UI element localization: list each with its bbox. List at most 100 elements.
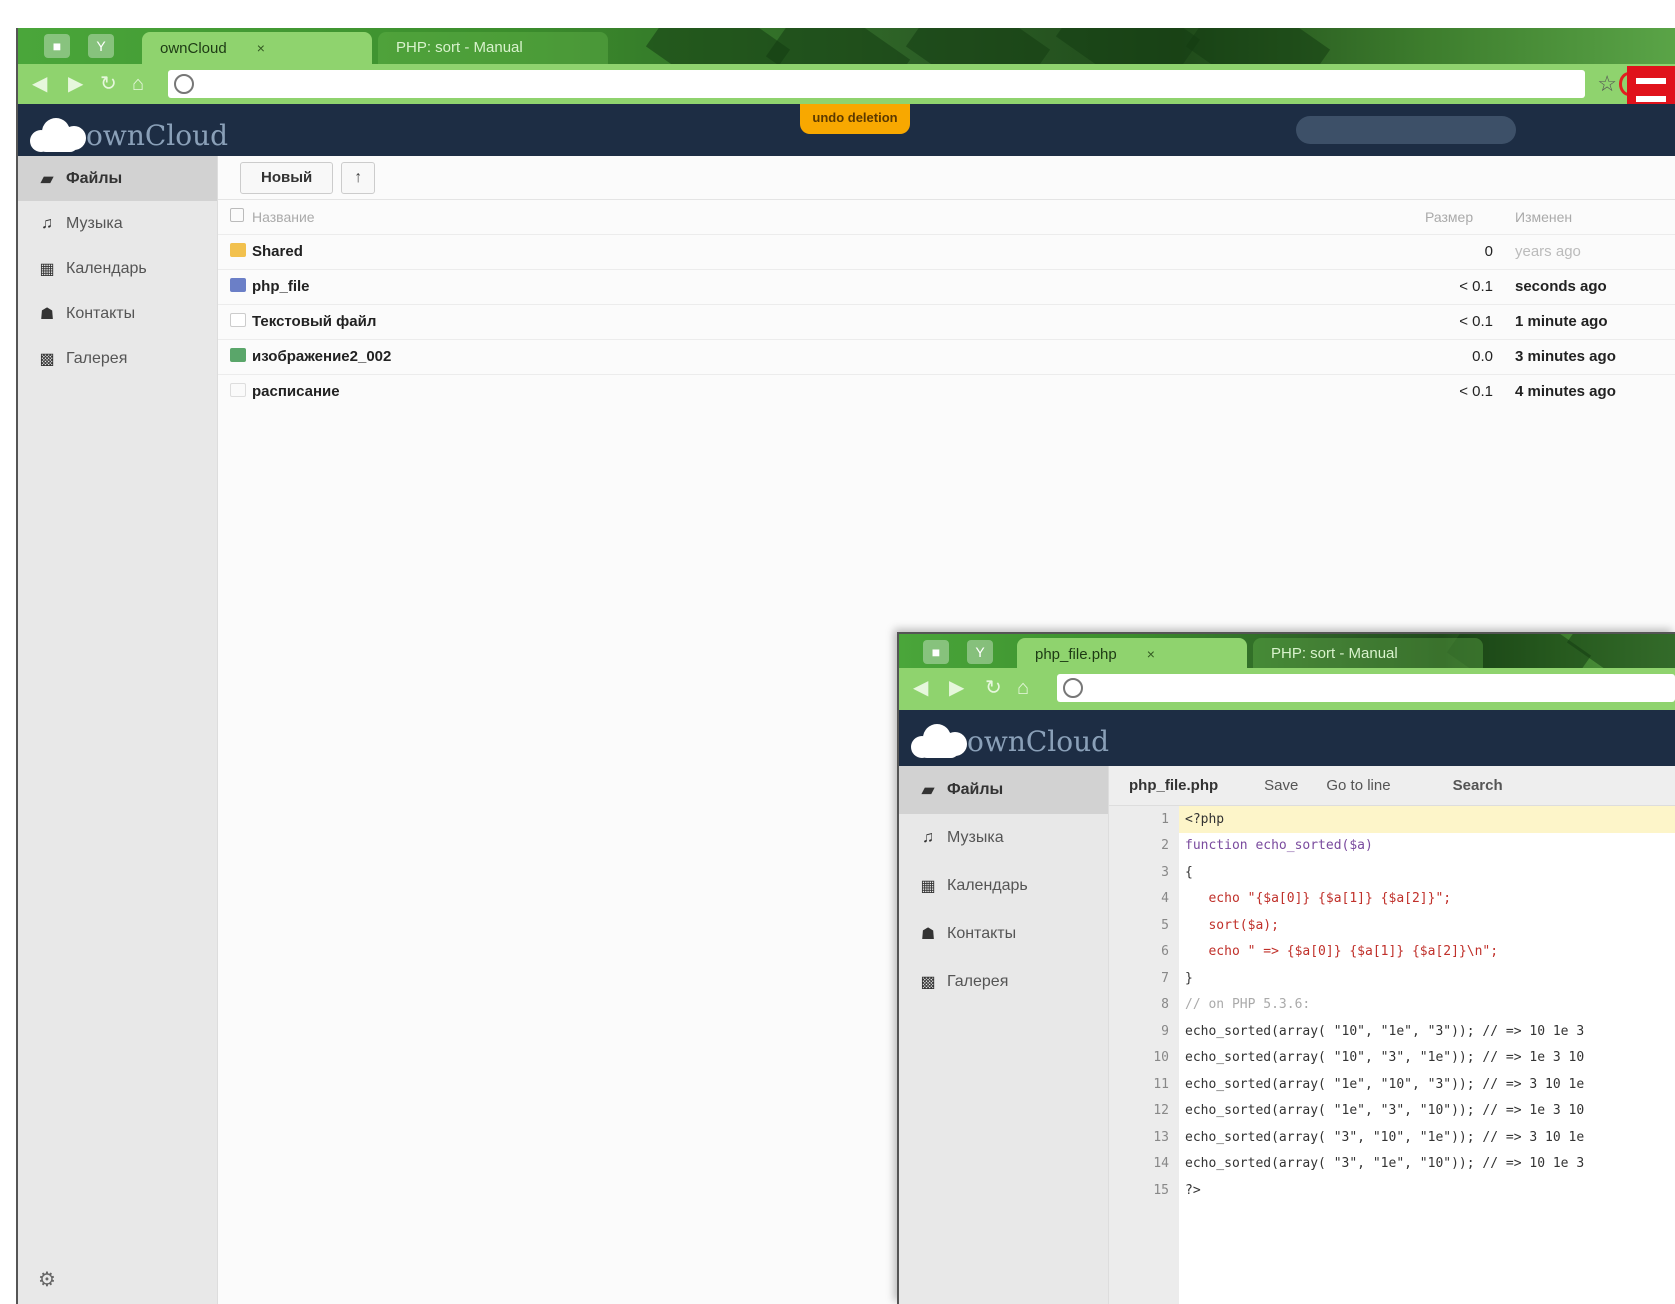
file-name[interactable]: Shared	[252, 233, 1425, 269]
contacts-icon: ☗	[920, 926, 936, 943]
file-name[interactable]: php_file	[252, 268, 1425, 304]
sidebar-item-calendar[interactable]: ▦ Календарь	[18, 246, 217, 291]
reload-icon[interactable]: ↻	[100, 72, 117, 96]
code-text: echo_sorted(array( "3", "10", "1e")); //…	[1185, 1129, 1585, 1145]
bookmark-star-icon[interactable]: ☆	[1597, 70, 1617, 98]
sidebar-item-gallery[interactable]: ▩ Галерея	[899, 958, 1108, 1006]
sidebar-item-files[interactable]: ▰ Файлы	[899, 766, 1108, 814]
address-bar-row: ◀ ▶ ↻ ⌂ ☆	[18, 64, 1675, 104]
code-text: echo_sorted(array( "10", "3", "1e")); //…	[1185, 1050, 1585, 1066]
code-line[interactable]: 3{	[1161, 859, 1675, 886]
save-button[interactable]: Save	[1258, 773, 1304, 798]
sidebar-item-label: Музыка	[947, 829, 1004, 846]
tab-menu-icon[interactable]: ■	[44, 34, 70, 58]
url-input[interactable]	[168, 70, 1585, 98]
url-input[interactable]	[1057, 674, 1675, 702]
line-number: 13	[1153, 1129, 1169, 1145]
table-row[interactable]: Текстовый файл < 0.1 1 minute ago	[218, 303, 1675, 339]
code-line[interactable]: 14 echo_sorted(array( "3", "1e", "10")); …	[1153, 1151, 1675, 1178]
home-icon[interactable]: ⌂	[132, 72, 144, 96]
code-line[interactable]: 7}	[1161, 965, 1675, 992]
file-size: < 0.1	[1425, 303, 1515, 339]
search-input[interactable]	[1296, 116, 1516, 144]
tab-strip: ■ Y ownCloud × PHP: sort - Manual	[18, 28, 1675, 64]
calendar-icon: ▦	[920, 878, 936, 895]
sidebar-item-contacts[interactable]: ☗ Контакты	[18, 291, 217, 336]
sidebar-item-music[interactable]: ♫ Музыка	[18, 201, 217, 246]
theme-leaf	[1185, 28, 1331, 64]
extension-icon[interactable]: Y	[967, 640, 993, 664]
tab-php-manual[interactable]: PHP: sort - Manual	[1253, 638, 1483, 668]
sidebar-item-gallery[interactable]: ▩ Галерея	[18, 336, 217, 381]
editor-filename: php_file.php	[1129, 777, 1219, 794]
column-header-size[interactable]: Размер	[1425, 200, 1515, 234]
code-area[interactable]: 1 <?php 2 function echo_sorted($a) 3{4 echo …	[1153, 806, 1675, 1304]
code-line[interactable]: 6 echo " => {$a[0]} {$a[1]} {$a[2]}\n";	[1161, 939, 1675, 966]
file-name[interactable]: расписание	[252, 373, 1425, 409]
sidebar-item-calendar[interactable]: ▦ Календарь	[899, 862, 1108, 910]
code-line[interactable]: 15 ?>	[1153, 1177, 1675, 1204]
files-controls: Новый ↑	[218, 156, 1675, 200]
code-line[interactable]: 11 echo_sorted(array( "1e", "10", "3")); …	[1153, 1071, 1675, 1098]
code-line[interactable]: 9 echo_sorted(array( "10", "1e", "3")); /…	[1161, 1018, 1675, 1045]
sidebar-item-contacts[interactable]: ☗ Контакты	[899, 910, 1108, 958]
file-name[interactable]: изображение2_002	[252, 338, 1425, 374]
line-number: 10	[1153, 1050, 1169, 1066]
code-text: }	[1185, 970, 1193, 986]
back-icon[interactable]: ◀	[32, 72, 47, 96]
table-row[interactable]: изображение2_002 0.0 3 minutes ago	[218, 338, 1675, 374]
column-header-modified[interactable]: Изменен	[1515, 200, 1675, 234]
reload-icon[interactable]: ↻	[985, 676, 1002, 700]
owncloud-header: ownCloud	[899, 710, 1675, 766]
owncloud-logo[interactable]: ownCloud	[907, 718, 1109, 758]
file-size: < 0.1	[1425, 373, 1515, 409]
site-info-icon[interactable]	[174, 74, 194, 94]
line-number: 8	[1161, 997, 1169, 1013]
line-number: 7	[1161, 970, 1169, 986]
file-modified: 3 minutes ago	[1515, 338, 1675, 374]
forward-icon[interactable]: ▶	[949, 676, 964, 700]
line-number: 2	[1161, 838, 1169, 854]
code-line[interactable]: 12 echo_sorted(array( "1e", "3", "10")); …	[1153, 1098, 1675, 1125]
upload-icon[interactable]: ↑	[341, 161, 376, 194]
tab-owncloud[interactable]: ownCloud ×	[142, 32, 372, 64]
tab-php-manual[interactable]: PHP: sort - Manual	[378, 32, 608, 64]
sidebar-item-music[interactable]: ♫ Музыка	[899, 814, 1108, 862]
close-tab-icon[interactable]: ×	[1147, 646, 1155, 662]
table-row[interactable]: php_file < 0.1 seconds ago	[218, 268, 1675, 304]
extension-icon[interactable]: Y	[88, 34, 114, 58]
column-header-name[interactable]: Название	[252, 200, 1425, 234]
settings-gear-icon[interactable]: ⚙	[38, 1267, 56, 1292]
table-row[interactable]: Shared 0 years ago	[218, 233, 1675, 269]
code-line[interactable]: 4 echo "{$a[0]} {$a[1]} {$a[2]}";	[1161, 886, 1675, 913]
tab-php-file[interactable]: php_file.php ×	[1017, 638, 1247, 668]
select-all-checkbox[interactable]	[218, 200, 252, 234]
line-number: 1	[1161, 811, 1169, 827]
sidebar-item-label: Файлы	[66, 169, 123, 187]
code-line[interactable]: 10 echo_sorted(array( "10", "3", "1e")); …	[1153, 1045, 1675, 1072]
home-icon[interactable]: ⌂	[1017, 676, 1029, 700]
search-input[interactable]: Search	[1453, 777, 1503, 794]
back-icon[interactable]: ◀	[913, 676, 928, 700]
code-line[interactable]: 13 echo_sorted(array( "3", "10", "1e")); …	[1153, 1124, 1675, 1151]
table-row[interactable]: расписание < 0.1 4 minutes ago	[218, 373, 1675, 409]
code-line[interactable]: 5 sort($a);	[1161, 912, 1675, 939]
new-button[interactable]: Новый	[240, 161, 334, 194]
tab-strip: ■ Y php_file.php × PHP: sort - Manual	[899, 634, 1675, 668]
site-info-icon[interactable]	[1063, 678, 1083, 698]
file-modified: years ago	[1515, 233, 1675, 269]
file-name[interactable]: Текстовый файл	[252, 303, 1425, 339]
close-tab-icon[interactable]: ×	[257, 40, 265, 56]
goto-line-input[interactable]: Go to line	[1320, 773, 1396, 798]
code-line[interactable]: 8 // on PHP 5.3.6:	[1161, 992, 1675, 1019]
code-line[interactable]: 1 <?php	[1161, 806, 1675, 833]
code-line[interactable]: 2 function echo_sorted($a)	[1161, 833, 1675, 860]
tab-menu-icon[interactable]: ■	[923, 640, 949, 664]
owncloud-logo[interactable]: ownCloud	[26, 112, 228, 152]
logo-text: ownCloud	[86, 119, 229, 152]
undo-button[interactable]: undo deletion	[800, 104, 910, 134]
code-text: echo_sorted(array( "10", "1e", "3")); //…	[1185, 1023, 1585, 1039]
sidebar-item-label: Файлы	[947, 781, 1004, 798]
sidebar-item-files[interactable]: ▰ Файлы	[18, 156, 217, 201]
forward-icon[interactable]: ▶	[68, 72, 83, 96]
